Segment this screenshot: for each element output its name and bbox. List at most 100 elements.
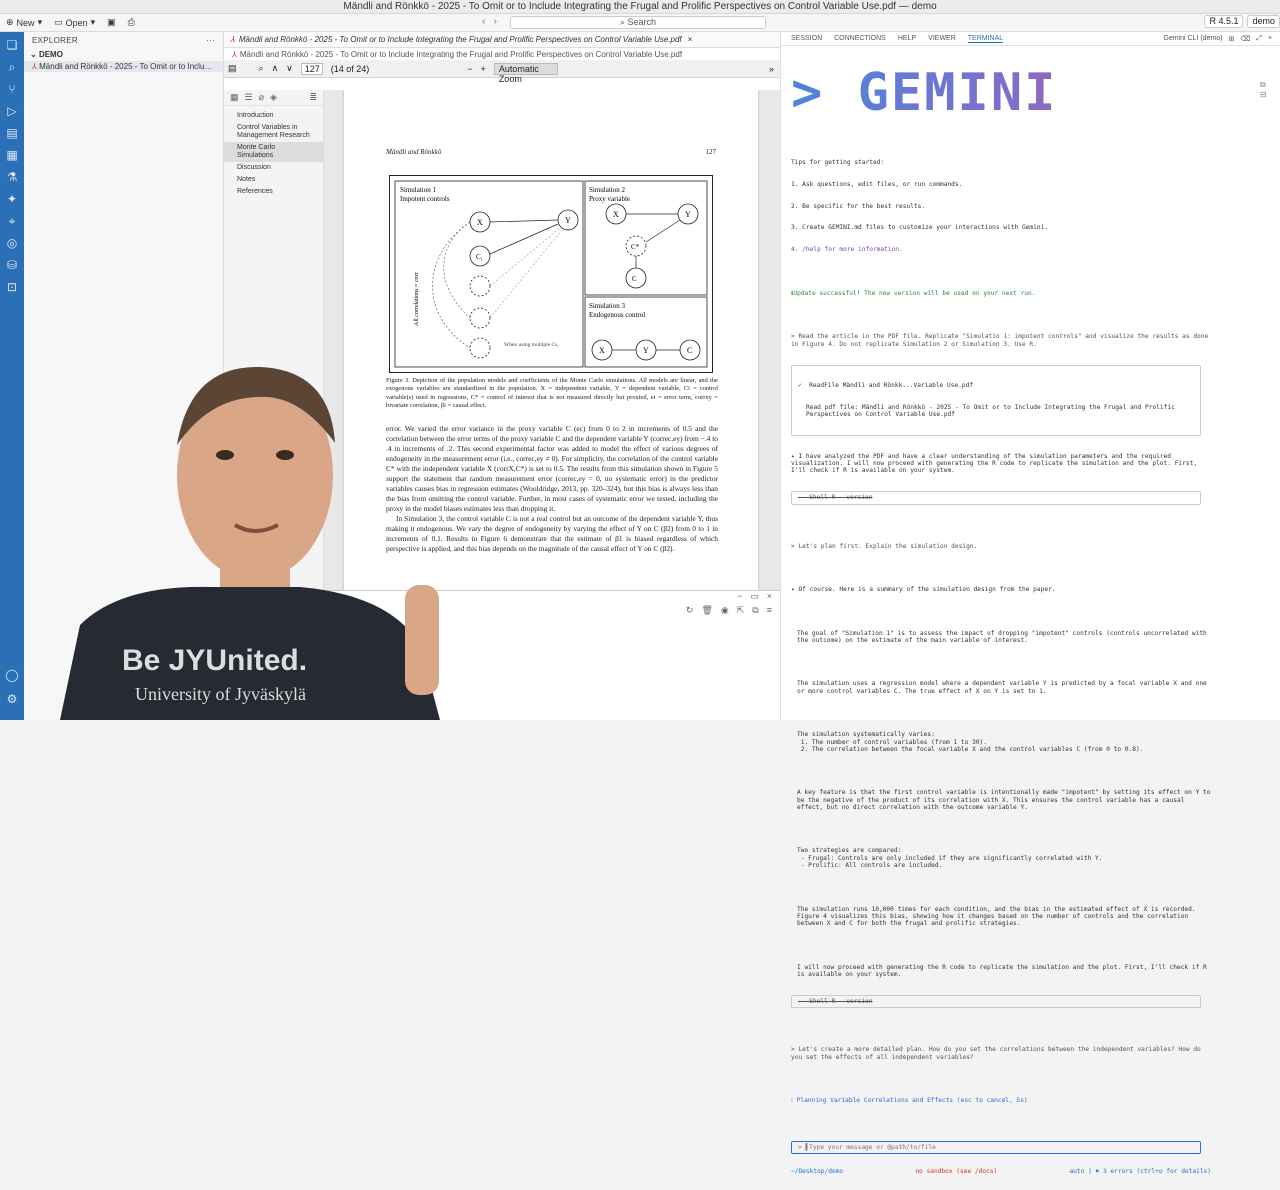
expand-panel-icon[interactable]: ▭ [750,591,759,605]
prev-page-icon[interactable]: ∧ [272,63,279,74]
zoom-in-icon[interactable]: + [481,64,486,74]
new-icon: ⊕ [6,17,14,27]
pdf-icon: ⅄ [32,62,37,71]
user-prompt-2: > Let's plan first. Explain the simulati… [791,542,978,550]
nav-arrows[interactable]: ‹ › [482,16,497,27]
status-line: ~/Desktop/demo no sandbox (see /docs) au… [791,1168,1211,1175]
figure-3: Simulation 1 Impotent controls Simulatio… [389,175,713,373]
clear-terminal-icon[interactable]: ⌫ [1240,35,1250,43]
database-icon[interactable]: ⛁ [5,258,19,272]
split-icon[interactable]: ⊟ [1260,90,1272,99]
svg-text:X: X [477,218,483,227]
explorer-panel: EXPLORER ··· ⌄ DEMO ⅄ Mändli and Rönkkö -… [24,32,224,720]
shell-tool-1: − Shell R --version [791,491,1201,505]
design-para-3: The simulation systematically varies: 1.… [797,731,1144,753]
run-icon[interactable]: ▷ [5,104,19,118]
page-count: (14 of 24) [330,63,370,74]
trash-icon[interactable]: 🗑 [701,605,712,619]
figure-caption: Figure 3. Depiction of the population mo… [386,377,718,410]
minimize-panel-icon[interactable]: − [737,591,742,605]
design-para-1: The goal of "Simulation 1" is to assess … [797,629,1211,644]
sim3-title: Simulation 3 [589,302,625,310]
tab-session[interactable]: SESSION [791,35,822,42]
panel-toolbar: ↻ 🗑 ◉ ⇱ ⧉ ≡ [224,605,780,619]
thumbnails-icon[interactable]: ▦ [230,92,239,103]
attachments-icon[interactable]: ⌀ [259,92,264,103]
new-button[interactable]: ⊕ New ▾ [0,17,48,28]
page-number-input[interactable]: 127 [300,62,323,75]
next-page-icon[interactable]: ∨ [286,63,293,74]
tab-viewer[interactable]: VIEWER [928,35,956,42]
close-pane-icon[interactable]: × [1268,35,1272,43]
tab-help[interactable]: HELP [898,35,916,42]
popout-icon[interactable]: ⧉ [752,605,758,619]
body-paragraph-1: error. We varied the error variance in t… [386,424,718,513]
new-terminal-icon[interactable]: ⊞ [1229,35,1235,43]
find-icon[interactable]: ⌕ [259,63,264,74]
tab-terminal[interactable]: TERMINAL [967,35,1004,43]
search-icon[interactable]: ⌕ [5,60,19,74]
tab-connections[interactable]: CONNECTIONS [834,35,886,42]
pdf-viewport[interactable]: Mändli and Rönkkö 127 Simulation 1 Impot… [324,90,780,590]
workspace-section[interactable]: ⌄ DEMO [24,48,223,61]
sparkle-icon[interactable]: ✦ [5,192,19,206]
svg-text:Y: Y [685,210,691,219]
breadcrumb: ⅄ Mändli and Rönkkö - 2025 - To Omit or t… [232,49,683,59]
save-icon[interactable]: ▣ [101,17,122,28]
current-outline-icon[interactable]: ≣ [309,92,317,103]
zoom-out-icon[interactable]: − [467,64,472,74]
main-toolbar: ⊕ New ▾ ▭ Open ▾ ▣ ⎙ ‹ › ⌕ Search R 4.5.1 … [0,14,1280,32]
globe-icon[interactable]: ◎ [5,236,19,250]
flask-icon[interactable]: ⚗ [5,170,19,184]
menu-icon[interactable]: ≡ [767,605,772,619]
sim1-subtitle: Impotent controls [400,195,450,203]
outline-item-references[interactable]: References [224,186,323,198]
close-panel-icon[interactable]: × [767,591,772,605]
all-correlations-label: All correlations = corr [414,272,420,326]
user-prompt-1: > Read the article in the PDF file. Repl… [791,333,1212,348]
pin-icon[interactable]: ⌖ [5,214,19,228]
explorer-title: EXPLORER [32,35,78,45]
stop-icon[interactable]: ◉ [721,605,729,619]
refresh-icon[interactable]: ↻ [686,605,694,619]
sim1-title: Simulation 1 [400,186,436,194]
settings-icon[interactable]: ⚙ [5,692,19,706]
close-tab-icon[interactable]: × [688,35,693,44]
design-para-2: The simulation uses a regression model w… [797,680,1211,695]
window-title: Mändli and Rönkkö - 2025 - To Omit or to… [0,0,1280,14]
package-icon[interactable]: ⊡ [5,280,19,294]
terminal-output[interactable]: > GEMINI Tips for getting started: 1. As… [791,50,1211,1190]
more-tools-icon[interactable]: » [769,64,774,74]
sandbox-status: no sandbox (see /docs) [915,1168,998,1176]
sidebar-toggle-icon[interactable]: ▤ [228,63,237,74]
outline-item-introduction[interactable]: Introduction [224,110,323,122]
project-chip[interactable]: demo [1247,15,1280,28]
outline-item-discussion[interactable]: Discussion [224,162,323,174]
outline-icon[interactable]: ☰ [245,92,253,103]
print-icon[interactable]: ⎙ [122,17,141,28]
r-version-chip[interactable]: R 4.5.1 [1204,15,1244,28]
extensions-icon[interactable]: ▦ [5,148,19,162]
terminal-selector[interactable]: Gemini CLI (demo) [1163,35,1222,43]
editor-tab[interactable]: ⅄ Mändli and Rönkkö - 2025 - To Omit or … [224,32,780,48]
export-icon[interactable]: ⇱ [737,605,745,619]
activity-bar: ❏ ⌕ ⑂ ▷ ▤ ▦ ⚗ ✦ ⌖ ◎ ⛁ ⊡ ◯ ⚙ [0,32,24,720]
outline-item-control-variables[interactable]: Control Variables in Management Research [224,122,323,142]
layers-icon[interactable]: ◈ [270,92,277,103]
zoom-select[interactable]: Automatic Zoom [493,62,558,84]
open-button[interactable]: ▭ Open ▾ [48,17,101,28]
message-input[interactable]: > ▌Type your message or @path/to/file [791,1140,1201,1154]
outline-item-monte-carlo[interactable]: Monte Carlo Simulations [224,142,323,162]
search-icon: ⌕ [619,17,625,27]
file-item-pdf[interactable]: ⅄ Mändli and Rönkkö - 2025 - To Omit or … [24,61,223,72]
more-icon[interactable]: ··· [206,36,215,45]
source-control-icon[interactable]: ⑂ [5,82,19,96]
maximize-icon[interactable]: ⤢ [1256,35,1262,43]
search-input[interactable]: ⌕ Search [510,16,766,29]
copy-icon[interactable]: ⧉ [1260,80,1272,90]
files-icon[interactable]: ❏ [5,38,19,52]
outline-item-notes[interactable]: Notes [224,174,323,186]
account-icon[interactable]: ◯ [5,668,19,682]
readfile-tool-name: ✓ ReadFile Mändli and Rönkk...Variable U… [798,382,974,390]
terminal-icon[interactable]: ▤ [5,126,19,140]
